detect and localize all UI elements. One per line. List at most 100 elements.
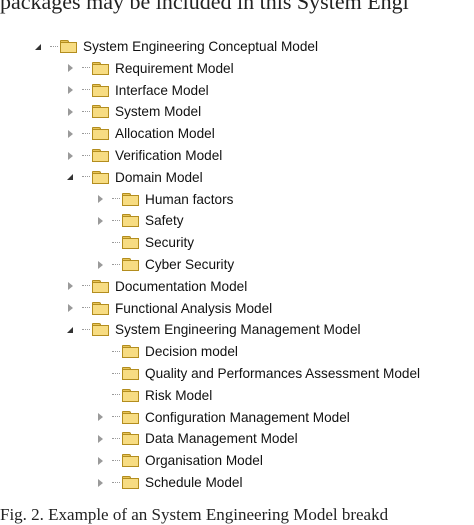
folder-icon (122, 345, 139, 359)
tree-node[interactable]: Allocation Model (66, 123, 215, 144)
tree-connector (82, 307, 90, 309)
folder-icon (122, 236, 139, 250)
tree-node-label: Schedule Model (145, 475, 243, 490)
folder-icon (60, 40, 77, 53)
tree-connector (112, 459, 120, 462)
tree-node-label: Verification Model (115, 148, 223, 163)
collapse-toggle-icon[interactable] (96, 216, 106, 226)
folder-icon (92, 105, 109, 119)
folder-icon (92, 170, 109, 184)
tree-connector (112, 198, 120, 200)
tree-node-label: Organisation Model (145, 453, 263, 469)
folder-icon (122, 258, 139, 271)
tree-node-label: Functional Analysis Model (115, 300, 273, 316)
tree-node[interactable]: Schedule Model (96, 472, 243, 493)
tree-node[interactable]: Safety (96, 210, 184, 231)
tree-node-label: System Engineering Conceptual Model (83, 39, 319, 54)
tree-node[interactable]: Cyber Security (96, 254, 234, 275)
tree-connector (112, 219, 120, 222)
tree-node[interactable]: Decision model (96, 341, 238, 362)
tree-connector (112, 416, 120, 418)
collapse-toggle-icon[interactable] (96, 412, 106, 422)
toggle-spacer (96, 369, 106, 379)
folder-icon (122, 454, 139, 468)
tree-node-label: Risk Model (145, 387, 213, 403)
collapse-toggle-icon[interactable] (66, 303, 76, 313)
toggle-spacer (96, 390, 106, 400)
folder-icon (92, 83, 109, 97)
tree-node[interactable]: Quality and Performances Assessment Mode… (96, 363, 420, 384)
folder-icon (92, 301, 109, 315)
tree-node[interactable]: Verification Model (66, 145, 222, 166)
collapse-toggle-icon[interactable] (96, 456, 106, 466)
tree-connector (82, 132, 90, 135)
tree-node[interactable]: System Engineering Conceptual Model (34, 36, 318, 57)
tree-node[interactable]: Data Management Model (96, 428, 298, 449)
tree-node[interactable]: Domain Model (66, 167, 203, 188)
toggle-spacer (96, 238, 106, 248)
folder-icon (92, 149, 109, 162)
folder-icon (92, 127, 109, 141)
tree-connector (112, 263, 120, 266)
tree-node-label: System Model (115, 104, 202, 120)
collapse-toggle-icon[interactable] (66, 151, 76, 161)
tree-node[interactable]: Configuration Management Model (96, 407, 350, 428)
tree-node[interactable]: Interface Model (66, 80, 209, 101)
tree-node[interactable]: System Engineering Management Model (66, 319, 361, 340)
tree-connector (82, 89, 90, 91)
tree-node-label: Security (145, 235, 195, 251)
folder-icon (122, 432, 139, 446)
folder-icon (92, 323, 109, 337)
collapse-toggle-icon[interactable] (96, 260, 106, 270)
tree-node[interactable]: Organisation Model (96, 450, 263, 471)
tree-node-label: Domain Model (115, 169, 203, 185)
tree-node-label: Decision model (145, 344, 238, 360)
tree-node[interactable]: Risk Model (96, 385, 212, 406)
toggle-spacer (96, 347, 106, 357)
tree-node[interactable]: Documentation Model (66, 276, 247, 297)
collapse-toggle-icon[interactable] (66, 63, 76, 73)
folder-icon (122, 214, 139, 228)
tree-node[interactable]: Functional Analysis Model (66, 298, 272, 319)
tree-node-label: Documentation Model (115, 278, 248, 294)
tree-connector (112, 372, 120, 375)
tree-node-label: Safety (145, 213, 184, 229)
tree-connector (50, 45, 58, 48)
tree-node-label: Requirement Model (115, 60, 234, 76)
expand-toggle-icon[interactable] (34, 42, 44, 52)
folder-icon (122, 367, 139, 380)
tree-connector (82, 328, 90, 331)
tree-node-label: Configuration Management Model (145, 409, 350, 425)
tree-connector (82, 67, 90, 69)
tree-connector (82, 176, 90, 178)
tree-node[interactable]: Human factors (96, 189, 233, 210)
collapse-toggle-icon[interactable] (96, 478, 106, 488)
expand-toggle-icon[interactable] (66, 172, 76, 182)
tree-node[interactable]: Security (96, 232, 194, 253)
tree-connector (112, 481, 120, 484)
folder-icon (122, 476, 139, 489)
tree-node[interactable]: System Model (66, 101, 201, 122)
expand-toggle-icon[interactable] (66, 325, 76, 335)
folder-icon (92, 279, 109, 293)
collapse-toggle-icon[interactable] (96, 434, 106, 444)
tree-node[interactable]: Requirement Model (66, 58, 234, 79)
collapse-toggle-icon[interactable] (66, 107, 76, 117)
tree-connector (82, 154, 90, 157)
tree-connector (112, 437, 120, 440)
tree-node-label: Interface Model (115, 82, 209, 98)
tree-node-label: Quality and Performances Assessment Mode… (145, 366, 421, 381)
tree-connector (82, 285, 90, 287)
header-text: packages may be included in this System … (0, 0, 409, 14)
tree-connector (112, 241, 120, 244)
figure-caption: Fig. 2. Example of an System Engineering… (0, 505, 389, 524)
tree-connector (82, 110, 90, 113)
collapse-toggle-icon[interactable] (66, 129, 76, 139)
collapse-toggle-icon[interactable] (66, 281, 76, 291)
tree-node-label: System Engineering Management Model (115, 322, 361, 338)
folder-icon (92, 61, 109, 75)
collapse-toggle-icon[interactable] (96, 194, 106, 204)
collapse-toggle-icon[interactable] (66, 85, 76, 95)
tree-connector (112, 394, 120, 396)
folder-icon (122, 410, 139, 424)
